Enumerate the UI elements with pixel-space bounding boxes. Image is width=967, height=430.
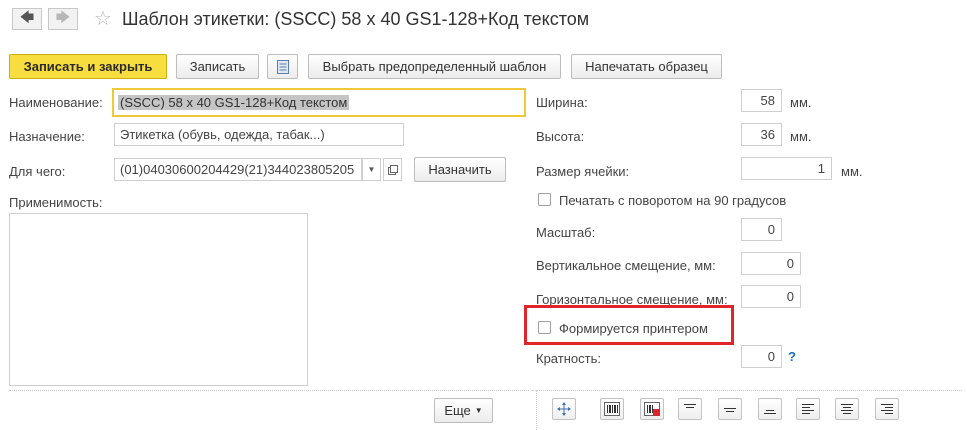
save-button[interactable]: Записать bbox=[176, 54, 259, 79]
align-middle-icon bbox=[724, 408, 736, 412]
list-button[interactable] bbox=[267, 54, 298, 79]
align-left-icon bbox=[802, 404, 814, 414]
align-top-button[interactable] bbox=[678, 398, 702, 420]
barcode-delete-icon bbox=[644, 402, 660, 416]
align-center-button[interactable] bbox=[835, 398, 859, 420]
width-unit: мм. bbox=[790, 95, 812, 110]
page-title: Шаблон этикетки: (SSCC) 58 х 40 GS1-128+… bbox=[122, 9, 590, 29]
multiplicity-field[interactable]: 0 bbox=[741, 345, 782, 368]
barcode-delete-button[interactable] bbox=[640, 398, 664, 420]
move-icon bbox=[557, 402, 571, 416]
save-close-button[interactable]: Записать и закрыть bbox=[9, 54, 167, 79]
arrow-right-icon: 🡆 bbox=[55, 9, 71, 25]
align-right-icon bbox=[881, 404, 893, 414]
purpose-label: Назначение: bbox=[9, 129, 85, 144]
choose-template-button[interactable]: Выбрать предопределенный шаблон bbox=[308, 54, 561, 79]
height-field[interactable]: 36 bbox=[741, 123, 782, 146]
hshift-field[interactable]: 0 bbox=[741, 285, 801, 308]
for-what-dropdown[interactable]: ▼ bbox=[362, 158, 381, 181]
for-what-label: Для чего: bbox=[9, 164, 66, 179]
cell-size-label: Размер ячейки: bbox=[536, 164, 630, 179]
help-link[interactable]: ? bbox=[788, 349, 796, 364]
applicability-field[interactable] bbox=[9, 213, 308, 386]
move-button[interactable] bbox=[552, 398, 576, 420]
scale-field[interactable]: 0 bbox=[741, 218, 782, 241]
barcode-icon bbox=[604, 402, 620, 416]
more-label: Еще bbox=[444, 403, 471, 418]
assign-button[interactable]: Назначить bbox=[414, 157, 506, 182]
align-middle-button[interactable] bbox=[718, 398, 742, 420]
align-bottom-button[interactable] bbox=[758, 398, 782, 420]
align-right-button[interactable] bbox=[875, 398, 899, 420]
back-button[interactable]: 🡄 bbox=[12, 8, 42, 30]
multiplicity-label: Кратность: bbox=[536, 351, 601, 366]
align-top-icon bbox=[684, 404, 696, 408]
height-unit: мм. bbox=[790, 129, 812, 144]
name-value: (SSCC) 58 х 40 GS1-128+Код текстом bbox=[118, 95, 350, 110]
width-field[interactable]: 58 bbox=[741, 89, 782, 112]
align-left-button[interactable] bbox=[796, 398, 820, 420]
list-icon bbox=[276, 59, 289, 74]
applicability-label: Применимость: bbox=[9, 195, 103, 210]
name-field[interactable]: (SSCC) 58 х 40 GS1-128+Код текстом bbox=[112, 88, 526, 117]
for-what-open[interactable] bbox=[383, 158, 402, 181]
vshift-label: Вертикальное смещение, мм: bbox=[536, 258, 716, 273]
height-label: Высота: bbox=[536, 129, 585, 144]
divider-left bbox=[9, 390, 529, 391]
vshift-field[interactable]: 0 bbox=[741, 252, 801, 275]
barcode-button[interactable] bbox=[600, 398, 624, 420]
chevron-down-icon: ▼ bbox=[474, 406, 483, 415]
chevron-down-icon: ▼ bbox=[367, 165, 376, 174]
for-what-field[interactable]: (01)04030600204429(21)344023805205 bbox=[114, 158, 362, 181]
divider-vertical bbox=[536, 390, 537, 430]
open-window-icon bbox=[387, 164, 398, 175]
printer-label: Формируется принтером bbox=[559, 321, 708, 336]
purpose-field[interactable]: Этикетка (обувь, одежда, табак...) bbox=[114, 123, 404, 146]
print-sample-button[interactable]: Напечатать образец bbox=[571, 54, 722, 79]
star-icon[interactable]: ☆ bbox=[94, 6, 112, 31]
scale-label: Масштаб: bbox=[536, 225, 596, 240]
cell-size-unit: мм. bbox=[841, 164, 863, 179]
width-label: Ширина: bbox=[536, 95, 588, 110]
printer-checkbox[interactable] bbox=[538, 321, 551, 334]
rotate-label: Печатать с поворотом на 90 градусов bbox=[559, 193, 787, 208]
forward-button[interactable]: 🡆 bbox=[48, 8, 78, 30]
cell-size-field[interactable]: 1 bbox=[741, 157, 832, 180]
name-label: Наименование: bbox=[9, 95, 103, 110]
divider-right bbox=[532, 390, 962, 391]
align-center-icon bbox=[841, 404, 853, 414]
align-bottom-icon bbox=[764, 410, 776, 414]
more-button[interactable]: Еще ▼ bbox=[434, 398, 493, 423]
rotate-checkbox[interactable] bbox=[538, 193, 551, 206]
arrow-left-icon: 🡄 bbox=[19, 9, 35, 25]
